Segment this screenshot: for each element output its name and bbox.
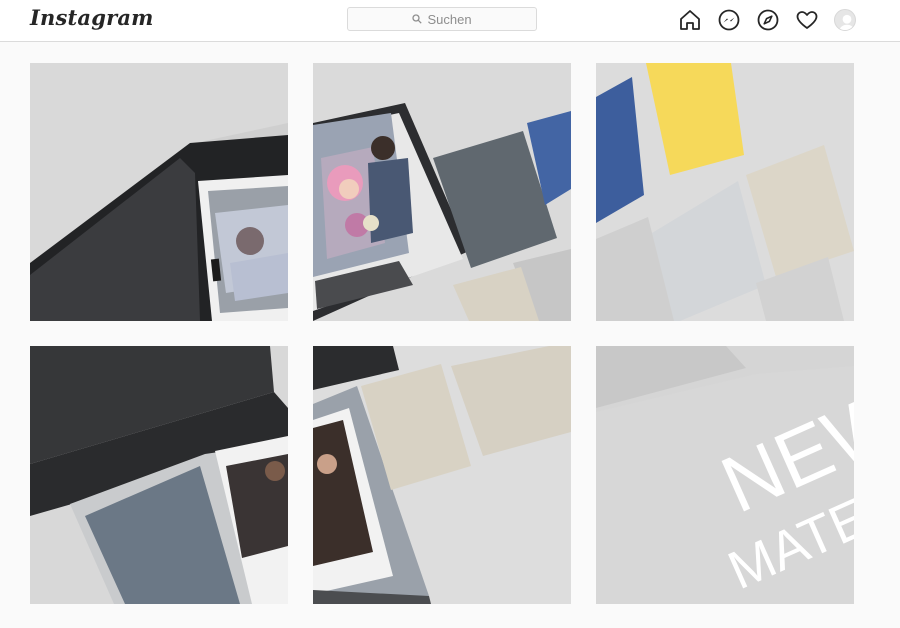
explore-icon[interactable]	[756, 8, 780, 32]
top-navigation-bar: Instagram Suchen	[0, 0, 900, 42]
search-box[interactable]: Suchen	[347, 7, 537, 31]
activity-heart-icon[interactable]	[795, 8, 819, 32]
post-image-1	[30, 63, 288, 321]
post-image-6: NEW MATERIALS	[596, 346, 854, 604]
post-tile-1[interactable]	[30, 63, 288, 321]
post-image-5	[313, 346, 571, 604]
post-image-4	[30, 346, 288, 604]
post-image-2	[313, 63, 571, 321]
home-icon[interactable]	[678, 8, 702, 32]
post-tile-6[interactable]: NEW MATERIALS	[596, 346, 854, 604]
post-tile-2[interactable]	[313, 63, 571, 321]
post-tile-5[interactable]	[313, 346, 571, 604]
post-image-3	[596, 63, 854, 321]
instagram-logo[interactable]: Instagram	[30, 5, 154, 30]
post-tile-3[interactable]	[596, 63, 854, 321]
search-placeholder: Suchen	[427, 11, 472, 27]
messenger-icon[interactable]	[717, 8, 741, 32]
search-icon	[412, 14, 423, 24]
post-tile-4[interactable]	[30, 346, 288, 604]
profile-avatar-icon[interactable]	[834, 9, 858, 33]
